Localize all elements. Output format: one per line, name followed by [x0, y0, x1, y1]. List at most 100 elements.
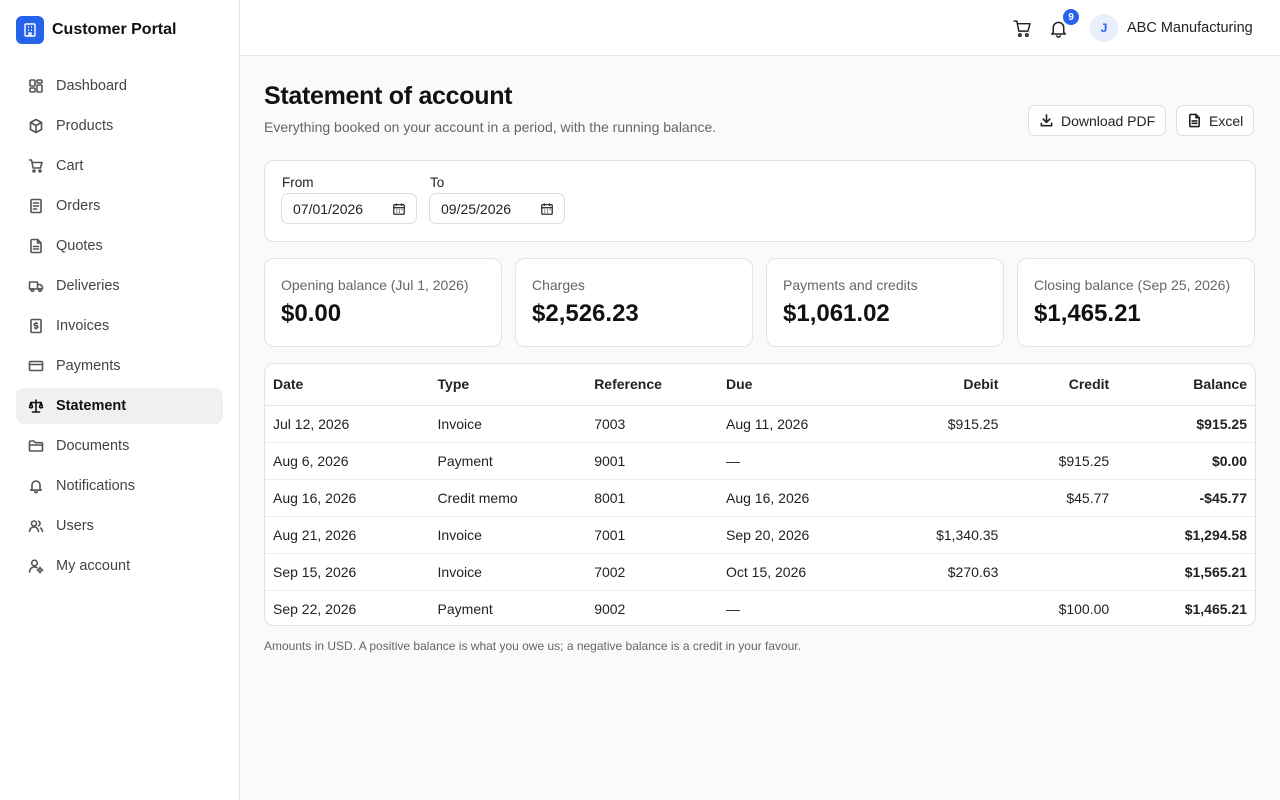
closing-balance-label: Closing balance (Sep 25, 2026): [1034, 277, 1231, 293]
excel-button[interactable]: Excel: [1176, 105, 1255, 136]
sidebar-item-label: Orders: [56, 198, 101, 214]
payments-credits-label: Payments and credits: [783, 277, 918, 293]
cell-debit: [867, 479, 1007, 517]
footnote: Amounts in USD. A positive balance is wh…: [264, 639, 801, 653]
cell-balance: $1,465.21: [1184, 600, 1247, 617]
sidebar-item-dashboard[interactable]: Dashboard: [16, 68, 223, 104]
to-date-input[interactable]: 09/25/2026: [429, 193, 565, 224]
column-header-balance[interactable]: Balance: [1117, 364, 1255, 406]
cart-icon[interactable]: [1010, 16, 1034, 40]
account-menu[interactable]: J ABC Manufacturing: [1090, 14, 1253, 42]
sidebar-item-label: Documents: [56, 438, 130, 454]
table-row[interactable]: Sep 15, 2026 Invoice 7002 Oct 15, 2026 $…: [265, 553, 1255, 591]
column-header-credit[interactable]: Credit: [1006, 364, 1118, 406]
charges-value: $2,526.23: [532, 300, 639, 327]
sidebar-item-deliveries[interactable]: Deliveries: [16, 268, 223, 304]
dashboard-icon: [28, 78, 44, 94]
cell-reference[interactable]: 7003: [586, 405, 718, 443]
cell-credit: $45.77: [1006, 479, 1118, 517]
sidebar-item-statement[interactable]: Statement: [16, 388, 223, 424]
cell-date: Aug 6, 2026: [265, 442, 430, 480]
from-label: From: [282, 175, 314, 190]
table-row[interactable]: Sep 22, 2026 Payment 9002 — $100.00 $1,4…: [265, 590, 1255, 625]
table-row[interactable]: Jul 12, 2026 Invoice 7003 Aug 11, 2026 $…: [265, 405, 1255, 443]
building-icon: [16, 16, 44, 44]
column-header-date[interactable]: Date: [265, 364, 430, 406]
cell-reference[interactable]: 9002: [586, 590, 718, 625]
cell-credit: [1006, 553, 1118, 591]
cell-due: Aug 11, 2026: [718, 405, 868, 443]
column-header-debit[interactable]: Debit: [867, 364, 1007, 406]
brand-name: Customer Portal: [52, 21, 177, 38]
sidebar-nav: Dashboard Products Cart Orders Quotes De…: [0, 60, 239, 596]
sidebar-item-label: Users: [56, 518, 94, 534]
account-name: ABC Manufacturing: [1127, 20, 1253, 36]
sidebar-item-cart[interactable]: Cart: [16, 148, 223, 184]
cell-reference[interactable]: 8001: [586, 479, 718, 517]
cell-credit: $915.25: [1006, 442, 1118, 480]
download-pdf-button[interactable]: Download PDF: [1028, 105, 1167, 136]
sidebar-item-products[interactable]: Products: [16, 108, 223, 144]
avatar: J: [1090, 14, 1118, 42]
sidebar-item-label: Dashboard: [56, 78, 127, 94]
cell-credit: [1006, 516, 1118, 554]
sidebar-item-label: Statement: [56, 398, 127, 414]
cell-debit: [868, 590, 1007, 625]
topbar: 9 J ABC Manufacturing: [240, 0, 1280, 56]
closing-balance-value: $1,465.21: [1034, 300, 1141, 327]
sidebar-item-payments[interactable]: Payments: [16, 348, 223, 384]
table-row[interactable]: Aug 16, 2026 Credit memo 8001 Aug 16, 20…: [265, 479, 1255, 517]
cell-type: Payment: [429, 442, 587, 480]
sidebar-item-orders[interactable]: Orders: [16, 188, 223, 224]
credit-card-icon: [28, 358, 44, 374]
sidebar-item-label: Products: [56, 118, 114, 134]
cell-date: Jul 12, 2026: [265, 405, 430, 443]
opening-balance-value: $0.00: [281, 300, 342, 327]
from-date-input[interactable]: 07/01/2026: [281, 193, 417, 224]
cell-due: Sep 20, 2026: [718, 516, 868, 554]
sidebar-item-quotes[interactable]: Quotes: [16, 228, 223, 264]
charges-card: Charges $2,526.23: [515, 258, 753, 347]
cell-debit: $1,340.35: [867, 516, 1007, 554]
column-header-due[interactable]: Due: [718, 364, 868, 406]
sidebar: Customer Portal Dashboard Products Cart …: [0, 0, 240, 800]
column-header-type[interactable]: Type: [429, 364, 587, 406]
sidebar-item-label: Quotes: [56, 238, 103, 254]
main-content: Statement of account Everything booked o…: [240, 56, 1280, 800]
cell-reference[interactable]: 7002: [586, 553, 718, 591]
cell-debit: $270.63: [867, 553, 1007, 591]
sidebar-item-label: My account: [56, 558, 131, 574]
document-icon: [28, 198, 44, 214]
payments-credits-value: $1,061.02: [783, 300, 890, 327]
table-row[interactable]: Aug 21, 2026 Invoice 7001 Sep 20, 2026 $…: [265, 516, 1255, 554]
sidebar-item-invoices[interactable]: Invoices: [16, 308, 223, 344]
cell-reference[interactable]: 9001: [586, 442, 718, 480]
to-label: To: [430, 175, 445, 190]
cell-reference[interactable]: 7001: [586, 516, 718, 554]
cell-date: Aug 21, 2026: [265, 516, 430, 554]
notification-badge: 9: [1063, 9, 1079, 25]
closing-balance-card: Closing balance (Sep 25, 2026) $1,465.21: [1017, 258, 1255, 347]
column-header-reference[interactable]: Reference: [586, 364, 718, 406]
sidebar-item-label: Cart: [56, 158, 84, 174]
cell-type: Invoice: [429, 516, 587, 554]
calendar-icon[interactable]: [392, 202, 406, 216]
sidebar-item-notifications[interactable]: Notifications: [16, 468, 223, 504]
sidebar-item-documents[interactable]: Documents: [16, 428, 223, 464]
table-row[interactable]: Aug 6, 2026 Payment 9001 — $915.25 $0.00: [265, 442, 1255, 480]
page-title: Statement of account: [264, 82, 513, 110]
brand[interactable]: Customer Portal: [0, 0, 239, 60]
page-subtitle: Everything booked on your account in a p…: [264, 119, 717, 135]
receipt-icon: [28, 318, 44, 334]
folder-icon: [28, 438, 44, 454]
sidebar-item-label: Payments: [56, 358, 121, 374]
calendar-icon[interactable]: [540, 202, 554, 216]
scale-icon: [28, 398, 44, 414]
cell-balance: $915.25: [1117, 405, 1255, 443]
user-cog-icon: [28, 558, 44, 574]
sidebar-item-my-account[interactable]: My account: [16, 548, 223, 584]
cell-due: Oct 15, 2026: [718, 553, 868, 591]
from-date-value: 07/01/2026: [293, 200, 364, 217]
download-pdf-label: Download PDF: [1061, 112, 1156, 129]
sidebar-item-users[interactable]: Users: [16, 508, 223, 544]
